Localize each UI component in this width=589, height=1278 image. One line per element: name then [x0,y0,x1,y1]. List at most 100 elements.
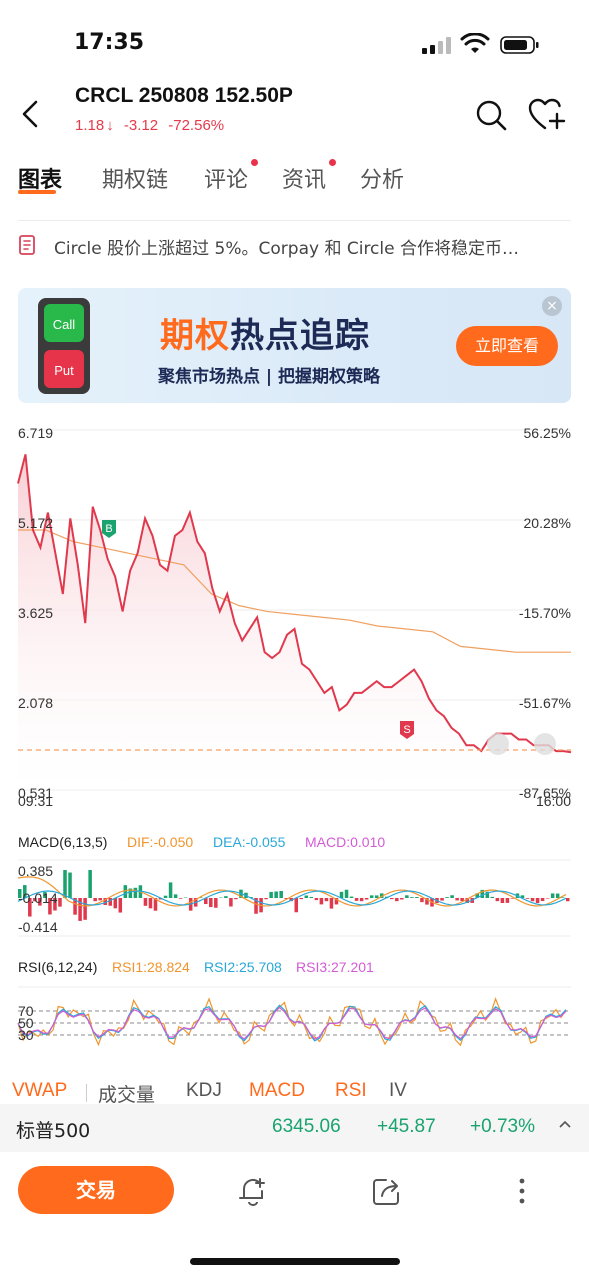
macd-dea: DEA:-0.055 [213,834,286,850]
traffic-light-graphic: Call Put [38,298,90,394]
y-tick-right: -51.67% [519,695,571,711]
wifi-icon [460,33,490,53]
macd-histogram-bar [415,897,419,898]
macd-histogram-bar [294,898,299,913]
macd-histogram-bar [555,893,560,898]
tab-analysis[interactable]: 分析 [360,162,404,194]
price-change: -3.12 [123,117,159,134]
macd-histogram-bar [319,898,324,905]
macd-histogram-bar [495,898,500,902]
macd-histogram-bar [359,898,364,902]
comments-badge [251,159,258,166]
banner-title-part2: 热点追踪 [230,316,370,356]
banner-title: 期权热点追踪 [160,308,370,357]
status-time: 17:35 [74,30,145,55]
rsi-tick-30: 30 [18,1027,34,1043]
trade-button[interactable]: 交易 [18,1166,174,1214]
index-change: +45.87 [377,1116,436,1137]
back-arrow-icon[interactable] [14,96,46,132]
event-marker-icon [534,733,556,755]
macd-histogram-bar [264,898,268,900]
macd-histogram-bar [309,896,314,898]
macd-histogram-bar [299,898,304,900]
macd-histogram-bar [279,891,283,898]
macd-label: MACD(6,13,5) [18,834,108,850]
macd-histogram-bar [304,895,309,898]
rsi-panel[interactable]: RSI(6,12,24) RSI1:28.824 RSI2:25.708 RSI… [0,955,589,1065]
share-icon[interactable] [370,1174,404,1208]
indicator-rsi[interactable]: RSI [335,1080,367,1102]
index-value: 6345.06 [272,1116,341,1137]
chevron-up-icon[interactable] [558,1118,572,1132]
search-icon[interactable] [474,98,508,132]
active-tab-indicator [18,190,56,194]
macd-histogram-bar [390,898,394,900]
contract-title: CRCL 250808 152.50P [75,84,293,107]
tab-option-chain[interactable]: 期权链 [102,162,168,194]
divider [86,1084,87,1102]
macd-histogram-bar [490,896,495,898]
price-alert-bell-icon[interactable] [236,1174,270,1208]
macd-histogram-bar [374,895,379,898]
macd-histogram-bar [83,898,87,920]
indicator-kdj[interactable]: KDJ [186,1080,222,1102]
macd-histogram-bar [500,898,505,903]
last-price: 1.18 [75,117,105,134]
macd-chart: 0.385 -0.014 -0.414 [17,859,571,937]
macd-histogram-bar [143,898,148,906]
macd-histogram-bar [88,870,92,898]
banner-view-button[interactable]: 立即查看 [456,326,558,366]
macd-histogram-bar [173,894,178,898]
macd-histogram-bar [209,898,213,908]
macd-histogram-bar [133,887,138,898]
macd-histogram-bar [354,898,359,901]
macd-histogram-bar [545,898,550,899]
y-tick-right: 20.28% [524,515,571,531]
macd-histogram-bar [525,898,530,899]
bottom-action-bar: 交易 [0,1152,589,1232]
rsi2-value: RSI2:25.708 [204,959,282,975]
price-change-pct: -72.56% [168,117,225,134]
indicator-macd[interactable]: MACD [249,1080,305,1102]
macd-histogram-bar [364,898,369,900]
macd-histogram-bar [450,895,454,898]
index-ticker-bar[interactable]: 标普500 6345.06 +45.87 +0.73% [0,1104,589,1152]
price-chart[interactable]: B S 6.719 56.25% 5.172 20.28% 3.625 -15.70% 2.… [0,420,589,820]
call-label: Call [53,317,76,332]
y-tick-left: 3.625 [18,605,53,621]
indicator-iv[interactable]: IV [389,1080,407,1102]
macd-histogram-bar [530,898,535,902]
divider [18,220,571,221]
indicator-volume[interactable]: 成交量 [98,1080,155,1107]
y-tick-right: -15.70% [519,605,571,621]
tab-comments[interactable]: 评论 [204,162,248,194]
macd-tick-bottom: -0.414 [18,919,58,935]
promo-banner[interactable]: Call Put 期权热点追踪 聚焦市场热点 | 把握期权策略 立即查看 × [18,288,571,403]
status-bar: 17:35 [0,0,589,88]
macd-histogram-bar [410,897,414,898]
close-icon[interactable]: × [542,296,562,316]
macd-histogram-bar [234,898,238,900]
macd-tick-top: 0.385 [18,863,53,879]
macd-histogram-bar [565,898,570,902]
rsi-chart: 70 50 30 [17,986,571,1047]
index-change-pct: +0.73% [470,1116,535,1137]
add-favorite-heart-icon[interactable] [528,98,568,132]
more-options-icon[interactable] [510,1174,534,1208]
macd-histogram-bar [93,898,97,902]
y-tick-left: 6.719 [18,425,53,441]
macd-histogram-bar [229,898,233,907]
buy-marker[interactable]: B [102,520,116,538]
indicator-vwap[interactable]: VWAP [12,1080,67,1102]
macd-histogram-bar [445,897,449,898]
quote-change-row: 1.18 ↓ -3.12 -72.56% [75,117,230,134]
y-tick-left: 2.078 [18,695,53,711]
tab-news[interactable]: 资讯 [282,162,326,194]
macd-histogram-bar [535,898,540,903]
news-headline-row[interactable]: Circle 股价上涨超过 5%。Corpay 和 Circle 合作将稳定币… [18,230,571,260]
home-indicator [190,1258,400,1265]
macd-histogram-bar [58,898,62,907]
quote-header: CRCL 250808 152.50P 1.18 ↓ -3.12 -72.56% [0,80,589,150]
macd-panel[interactable]: MACD(6,13,5) DIF:-0.050 DEA:-0.055 MACD:… [0,828,589,948]
put-label: Put [54,363,74,378]
